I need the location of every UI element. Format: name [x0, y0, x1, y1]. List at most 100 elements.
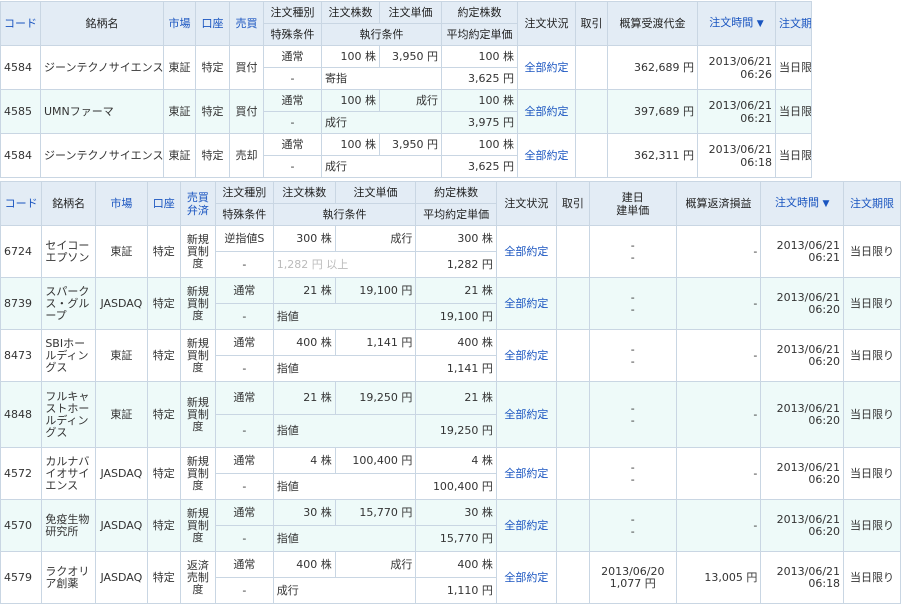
order-clock: 06:21	[740, 111, 772, 125]
order-cancel-cell	[555, 499, 590, 552]
order-time: 2013/06/21 06:18	[760, 551, 845, 604]
order-status-link[interactable]: 全部約定	[495, 225, 557, 278]
col-order-type-header: 注文種別	[263, 1, 322, 24]
order-expiry: 当日限り	[775, 45, 812, 90]
order-special: -	[214, 303, 274, 330]
col-code-header[interactable]: コード	[0, 1, 41, 46]
order-cond: 指値	[272, 473, 417, 500]
order-name: ジーンテクノサイエンス	[40, 133, 164, 178]
order-price: 19,250 円	[334, 381, 417, 415]
col-expiry-header[interactable]: 注文期限	[843, 181, 901, 226]
col-time-header[interactable]: 注文時間 ▼	[697, 1, 776, 46]
order-market: 東証	[163, 89, 196, 134]
col-expiry-header[interactable]: 注文期限	[775, 1, 812, 46]
col-side-label: 弁済	[186, 203, 209, 217]
order-status-link[interactable]: 全部約定	[517, 45, 576, 90]
order-status-link[interactable]: 全部約定	[517, 133, 576, 178]
order-status-link[interactable]: 全部約定	[495, 551, 557, 604]
col-price-header: 注文単価	[379, 1, 442, 24]
order-account: 特定	[195, 45, 230, 90]
order-special: -	[214, 577, 274, 604]
order-status-link[interactable]: 全部約定	[495, 499, 557, 552]
order-avg: 100,400 円	[415, 473, 497, 500]
order-status-link[interactable]: 全部約定	[495, 381, 557, 448]
order-date: 2013/06/21	[708, 98, 772, 112]
order-price: 1,141 円	[334, 329, 417, 356]
order-special: -	[214, 251, 274, 278]
col-build-header: 建日 建単価	[588, 181, 677, 226]
col-side-header[interactable]: 売買 弁済	[179, 181, 216, 226]
order-time: 2013/06/21 06:21	[697, 89, 776, 134]
col-time-header[interactable]: 注文時間 ▼	[760, 181, 845, 226]
sort-desc-icon: ▼	[822, 199, 830, 209]
order-filled: 400 株	[415, 551, 497, 578]
order-cancel-cell	[555, 447, 590, 500]
order-market: 東証	[163, 45, 196, 90]
order-type: 通常	[214, 499, 274, 526]
order-account: 特定	[146, 225, 181, 278]
order-side: 新規買制度	[179, 225, 216, 278]
order-avg: 3,625 円	[441, 155, 518, 178]
order-account: 特定	[146, 329, 181, 382]
order-cancel-cell	[555, 277, 590, 330]
order-filled: 30 株	[415, 499, 497, 526]
order-status-link[interactable]: 全部約定	[495, 277, 557, 330]
col-cond-header: 執行条件	[272, 203, 417, 226]
order-side: 売却	[229, 133, 264, 178]
order-qty: 4 株	[272, 447, 336, 474]
order-name: ジーンテクノサイエンス	[40, 45, 164, 90]
col-price-header: 注文単価	[334, 181, 417, 204]
col-avg-header: 平均約定単価	[441, 23, 518, 46]
col-name-header: 銘柄名	[41, 181, 97, 226]
order-clock: 06:20	[808, 472, 841, 486]
order-clock: 06:26	[740, 67, 772, 81]
order-qty: 300 株	[272, 225, 336, 252]
order-filled: 300 株	[415, 225, 497, 252]
order-build: 2013/06/20 1,077 円	[588, 551, 677, 604]
order-filled: 100 株	[441, 45, 518, 68]
order-cond: 寄指	[321, 67, 442, 90]
col-account-header[interactable]: 口座	[195, 1, 230, 46]
order-status-link[interactable]: 全部約定	[495, 329, 557, 382]
order-price: 15,770 円	[334, 499, 417, 526]
order-avg: 3,625 円	[441, 67, 518, 90]
order-name: スパークス・グループ	[41, 277, 97, 330]
order-side: 買付	[229, 45, 264, 90]
col-market-header[interactable]: 市場	[95, 181, 148, 226]
order-time: 2013/06/21 06:20	[760, 447, 845, 500]
order-status-link[interactable]: 全部約定	[517, 89, 576, 134]
col-pl-header: 概算返済損益	[675, 181, 762, 226]
col-code-header[interactable]: コード	[0, 181, 43, 226]
order-special: -	[263, 67, 322, 90]
order-cancel-cell	[555, 225, 590, 278]
order-cond: 指値	[272, 525, 417, 552]
col-market-header[interactable]: 市場	[163, 1, 196, 46]
sort-desc-icon: ▼	[756, 19, 764, 29]
order-pl: -	[675, 225, 762, 278]
order-status-link[interactable]: 全部約定	[495, 447, 557, 500]
order-filled: 21 株	[415, 277, 497, 304]
order-cancel-cell	[555, 551, 590, 604]
order-build: --	[588, 447, 677, 500]
col-qty-header: 注文株数	[272, 181, 336, 204]
order-expiry: 当日限り	[843, 381, 901, 448]
order-filled: 4 株	[415, 447, 497, 474]
order-price: 成行	[379, 89, 442, 112]
col-account-header[interactable]: 口座	[146, 181, 181, 226]
order-qty: 30 株	[272, 499, 336, 526]
order-type: 通常	[214, 277, 274, 304]
order-avg: 1,110 円	[415, 577, 497, 604]
order-price: 100,400 円	[334, 447, 417, 474]
order-qty: 21 株	[272, 277, 336, 304]
order-pl: -	[675, 381, 762, 448]
order-time: 2013/06/21 06:21	[760, 225, 845, 278]
order-type: 通常	[263, 45, 322, 68]
order-time: 2013/06/21 06:20	[760, 381, 845, 448]
order-side: 新規買制度	[179, 381, 216, 448]
col-status-header: 注文状況	[517, 1, 576, 46]
col-side-header[interactable]: 売買	[229, 1, 264, 46]
order-pl: -	[675, 329, 762, 382]
order-expiry: 当日限り	[775, 89, 812, 134]
order-cond: 指値	[272, 414, 417, 448]
order-name: 免疫生物研究所	[41, 499, 97, 552]
